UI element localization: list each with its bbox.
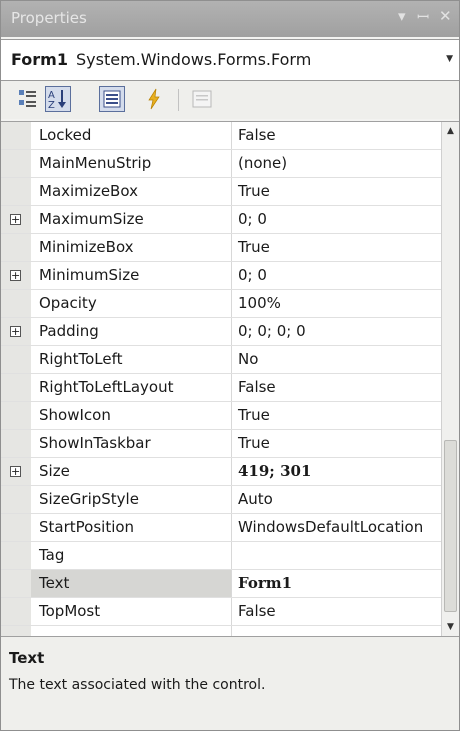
property-row[interactable]: SizeGripStyle Auto xyxy=(1,486,441,514)
property-value[interactable]: No xyxy=(232,346,441,373)
property-row[interactable]: + MinimumSize 0; 0 xyxy=(1,262,441,290)
property-row[interactable]: Text Form1 xyxy=(1,570,441,598)
property-row[interactable]: ShowInTaskbar True xyxy=(1,430,441,458)
properties-window: Properties ▾ ꟷ ✕ Form1 System.Windows.Fo… xyxy=(0,0,460,731)
property-row[interactable]: Tag xyxy=(1,542,441,570)
chevron-down-icon[interactable]: ▼ xyxy=(446,54,453,64)
property-value[interactable]: Form1 xyxy=(232,570,441,597)
property-value[interactable]: True xyxy=(232,402,441,429)
property-row[interactable]: MainMenuStrip (none) xyxy=(1,150,441,178)
scrollbar[interactable]: ▲ ▼ xyxy=(441,122,459,636)
property-value[interactable]: 100% xyxy=(232,290,441,317)
property-name[interactable]: Size xyxy=(31,458,231,485)
scroll-down-arrow-icon[interactable]: ▼ xyxy=(442,618,459,636)
property-name[interactable]: RightToLeft xyxy=(31,346,231,373)
property-row[interactable]: RightToLeft No xyxy=(1,346,441,374)
property-value[interactable]: True xyxy=(232,430,441,457)
property-row[interactable]: + Size 419; 301 xyxy=(1,458,441,486)
window-position-dropdown-icon[interactable]: ▾ xyxy=(398,7,406,25)
window-title: Properties xyxy=(11,9,87,27)
property-row[interactable]: TopMost False xyxy=(1,598,441,626)
property-value[interactable]: False xyxy=(232,122,441,149)
property-name[interactable]: SizeGripStyle xyxy=(31,486,231,513)
toolbar: A Z xyxy=(1,81,459,119)
property-name[interactable]: MinimizeBox xyxy=(31,234,231,261)
property-value[interactable]: True xyxy=(232,178,441,205)
property-value[interactable]: 0; 0 xyxy=(232,206,441,233)
property-grid: Locked False MainMenuStrip (none) MaximizeBo… xyxy=(1,121,459,637)
svg-text:Z: Z xyxy=(48,100,55,111)
property-row[interactable]: + Padding 0; 0; 0; 0 xyxy=(1,318,441,346)
property-value[interactable]: False xyxy=(232,598,441,625)
description-text: The text associated with the control. xyxy=(9,677,266,693)
property-name[interactable]: StartPosition xyxy=(31,514,231,541)
property-row[interactable]: MinimizeBox True xyxy=(1,234,441,262)
object-name: Form1 xyxy=(11,50,68,69)
property-row[interactable]: ShowIcon True xyxy=(1,402,441,430)
property-row[interactable]: Opacity 100% xyxy=(1,290,441,318)
property-name[interactable]: ShowInTaskbar xyxy=(31,430,231,457)
property-name[interactable]: ShowIcon xyxy=(31,402,231,429)
properties-icon[interactable] xyxy=(99,86,125,112)
property-name[interactable]: Text xyxy=(31,570,231,597)
property-value[interactable]: False xyxy=(232,374,441,401)
property-value[interactable]: 419; 301 xyxy=(232,458,441,485)
property-name[interactable]: MaximumSize xyxy=(31,206,231,233)
scroll-up-arrow-icon[interactable]: ▲ xyxy=(442,122,459,140)
pin-icon[interactable]: ꟷ xyxy=(417,7,429,27)
expand-plus-icon[interactable]: + xyxy=(10,466,21,477)
description-title: Text xyxy=(9,649,45,667)
property-name[interactable]: MainMenuStrip xyxy=(31,150,231,177)
property-name[interactable]: Tag xyxy=(31,542,231,569)
property-value[interactable]: WindowsDefaultLocation xyxy=(232,514,441,541)
property-value[interactable]: Auto xyxy=(232,486,441,513)
expand-plus-icon[interactable]: + xyxy=(10,214,21,225)
property-value[interactable]: 0; 0; 0; 0 xyxy=(232,318,441,345)
property-name[interactable]: Locked xyxy=(31,122,231,149)
property-name[interactable]: MaximizeBox xyxy=(31,178,231,205)
property-name[interactable]: TopMost xyxy=(31,598,231,625)
property-value[interactable]: 0; 0 xyxy=(232,262,441,289)
title-bar: Properties ▾ ꟷ ✕ xyxy=(1,1,459,37)
property-row[interactable]: StartPosition WindowsDefaultLocation xyxy=(1,514,441,542)
property-name[interactable]: RightToLeftLayout xyxy=(31,374,231,401)
close-icon[interactable]: ✕ xyxy=(439,7,452,25)
object-selector[interactable]: Form1 System.Windows.Forms.Form ▼ xyxy=(1,39,459,81)
property-name[interactable]: Opacity xyxy=(31,290,231,317)
events-icon[interactable] xyxy=(141,86,167,112)
expand-plus-icon[interactable]: + xyxy=(10,270,21,281)
property-row[interactable]: + MaximumSize 0; 0 xyxy=(1,206,441,234)
description-panel: Text The text associated with the contro… xyxy=(1,637,459,730)
toolbar-separator xyxy=(178,89,179,111)
alphabetical-icon[interactable]: A Z xyxy=(45,86,71,112)
property-row[interactable]: Locked False xyxy=(1,122,441,150)
property-value[interactable]: (none) xyxy=(232,150,441,177)
property-row[interactable]: MaximizeBox True xyxy=(1,178,441,206)
property-value[interactable] xyxy=(232,542,441,569)
scrollbar-thumb[interactable] xyxy=(444,440,457,612)
property-row[interactable]: RightToLeftLayout False xyxy=(1,374,441,402)
categorized-icon[interactable] xyxy=(15,86,41,112)
property-pages-icon[interactable] xyxy=(189,86,215,112)
property-name[interactable]: MinimumSize xyxy=(31,262,231,289)
property-name[interactable]: Padding xyxy=(31,318,231,345)
object-type: System.Windows.Forms.Form xyxy=(76,50,312,69)
property-value[interactable]: True xyxy=(232,234,441,261)
expand-plus-icon[interactable]: + xyxy=(10,326,21,337)
